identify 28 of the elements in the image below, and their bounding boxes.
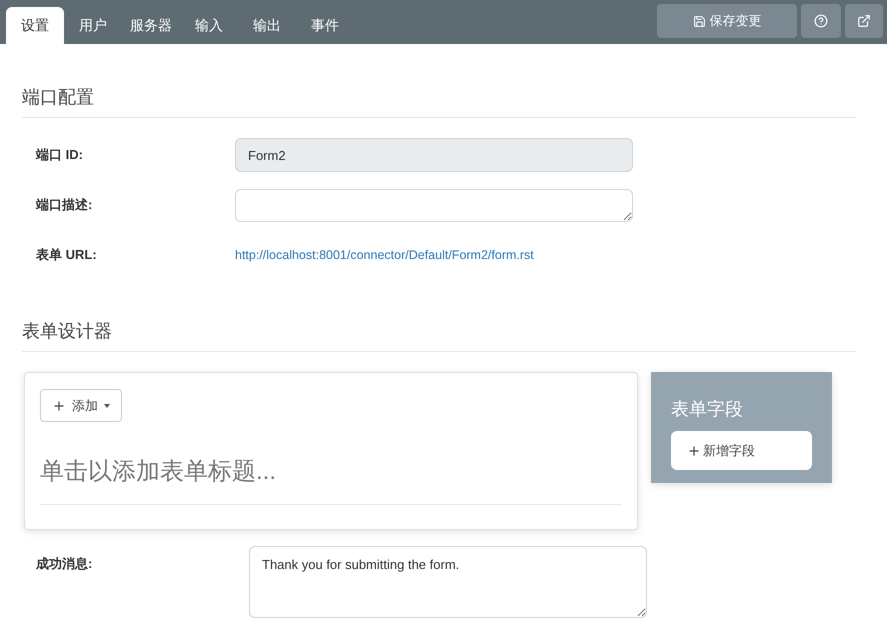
field-label: 端口 ID: bbox=[34, 146, 84, 164]
tab[interactable]: 服务器 bbox=[122, 7, 180, 44]
description-field[interactable] bbox=[235, 188, 633, 222]
save-icon bbox=[692, 14, 706, 28]
field-label: 成功消息: bbox=[34, 555, 94, 573]
save-button[interactable]: 保存变更 bbox=[657, 4, 797, 38]
tab[interactable]: 输入 bbox=[180, 7, 238, 44]
panel-title: 表单字段 bbox=[671, 398, 744, 421]
help-icon bbox=[814, 14, 828, 28]
help-button[interactable] bbox=[801, 4, 841, 38]
field-label: 表单 URL: bbox=[35, 246, 98, 264]
caret-icon bbox=[104, 404, 110, 408]
plus-icon bbox=[52, 398, 66, 412]
field-label: 端口描述: bbox=[34, 196, 94, 214]
form-url-link[interactable]: http://localhost:8001/connector/Default/Form2/form.rst bbox=[235, 246, 534, 264]
section-title: 端口配置 bbox=[22, 84, 856, 118]
add-field-button[interactable]: 新增字段 bbox=[671, 431, 812, 470]
tab[interactable]: 用户 bbox=[64, 7, 122, 44]
external-link-icon bbox=[857, 14, 871, 28]
plus-icon bbox=[687, 444, 701, 458]
form-title-placeholder[interactable]: 单击以添加表单标题... bbox=[40, 454, 622, 505]
tab[interactable]: 输出 bbox=[238, 7, 296, 44]
tab[interactable]: 设置 bbox=[6, 7, 64, 44]
add-dropdown-button[interactable]: 添加 bbox=[40, 389, 122, 422]
tab[interactable]: 事件 bbox=[296, 7, 354, 44]
section-title: 表单设计器 bbox=[22, 318, 856, 352]
success-message-field[interactable]: Thank you for submitting the form. bbox=[249, 546, 647, 618]
open-external-button[interactable] bbox=[845, 4, 883, 38]
